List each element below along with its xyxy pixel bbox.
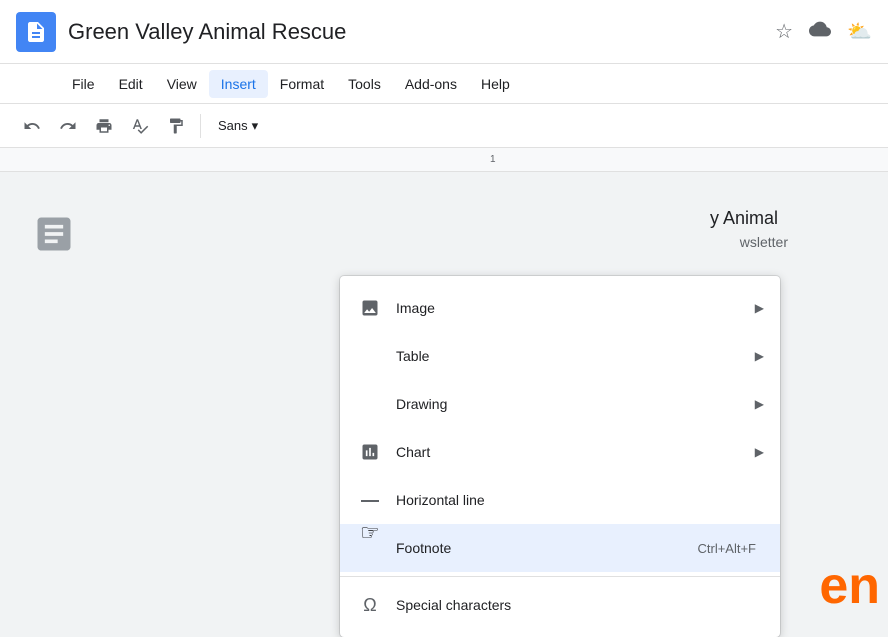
font-selector[interactable]: Sans ▾: [209, 113, 329, 139]
font-dropdown-arrow: ▾: [252, 118, 259, 134]
drive-icon[interactable]: [809, 18, 831, 45]
toolbar: Sans ▾: [0, 104, 888, 148]
drawing-arrow: ▶: [755, 397, 764, 411]
menu-edit[interactable]: Edit: [107, 70, 155, 98]
undo-button[interactable]: [16, 110, 48, 142]
drawing-label: Drawing: [396, 396, 755, 412]
drawing-icon: [356, 390, 384, 418]
omega-icon: Ω: [356, 591, 384, 619]
footnote-icon: [356, 534, 384, 562]
image-icon: [356, 294, 384, 322]
dropdown-item-image[interactable]: Image ▶: [340, 284, 780, 332]
table-label: Table: [396, 348, 755, 364]
document-title: Green Valley Animal Rescue: [68, 19, 775, 45]
footnote-shortcut: Ctrl+Alt+F: [697, 541, 756, 556]
chart-label: Chart: [396, 444, 755, 460]
insert-dropdown: Image ▶ Table ▶ Drawing ▶ Chart ▶: [340, 276, 780, 637]
language-indicator: en: [811, 556, 888, 616]
menu-addons[interactable]: Add-ons: [393, 70, 469, 98]
special-characters-label: Special characters: [396, 597, 764, 613]
title-icons: ☆ ⛅: [775, 18, 872, 45]
dropdown-item-table[interactable]: Table ▶: [340, 332, 780, 380]
menu-tools[interactable]: Tools: [336, 70, 393, 98]
menu-insert[interactable]: Insert: [209, 70, 268, 98]
chart-icon: [356, 438, 384, 466]
title-bar: Green Valley Animal Rescue ☆ ⛅: [0, 0, 888, 64]
spellcheck-button[interactable]: [124, 110, 156, 142]
image-arrow: ▶: [755, 301, 764, 315]
table-arrow: ▶: [755, 349, 764, 363]
dropdown-item-special-characters[interactable]: Ω Special characters: [340, 581, 780, 629]
toolbar-separator: [200, 114, 201, 138]
star-icon[interactable]: ☆: [775, 19, 793, 44]
menu-help[interactable]: Help: [469, 70, 522, 98]
paint-format-button[interactable]: [160, 110, 192, 142]
menu-bar: File Edit View Insert Format Tools Add-o…: [0, 64, 888, 104]
table-icon: [356, 342, 384, 370]
page-icon: [32, 212, 76, 265]
chart-arrow: ▶: [755, 445, 764, 459]
menu-file[interactable]: File: [60, 70, 107, 98]
horizontal-line-icon: [356, 486, 384, 514]
docs-icon: [24, 20, 48, 44]
print-button[interactable]: [88, 110, 120, 142]
document-area: y Animal wsletter Image ▶ Table ▶ Drawin…: [0, 172, 888, 616]
menu-view[interactable]: View: [155, 70, 209, 98]
dropdown-divider: [340, 576, 780, 577]
redo-button[interactable]: [52, 110, 84, 142]
app-icon: [16, 12, 56, 52]
font-name: Sans: [218, 118, 248, 133]
horizontal-line-label: Horizontal line: [396, 492, 764, 508]
cloud-icon[interactable]: ⛅: [847, 19, 872, 44]
footnote-label: Footnote: [396, 540, 697, 556]
ruler-number: 1: [490, 154, 496, 165]
dropdown-item-drawing[interactable]: Drawing ▶: [340, 380, 780, 428]
dropdown-item-horizontal-line[interactable]: Horizontal line: [340, 476, 780, 524]
dropdown-item-footnote[interactable]: Footnote Ctrl+Alt+F: [340, 524, 780, 572]
image-label: Image: [396, 300, 755, 316]
ruler: 1: [0, 148, 888, 172]
dropdown-item-chart[interactable]: Chart ▶: [340, 428, 780, 476]
doc-preview-line1: y Animal: [710, 208, 778, 229]
doc-preview-line2: wsletter: [740, 234, 788, 250]
menu-format[interactable]: Format: [268, 70, 336, 98]
